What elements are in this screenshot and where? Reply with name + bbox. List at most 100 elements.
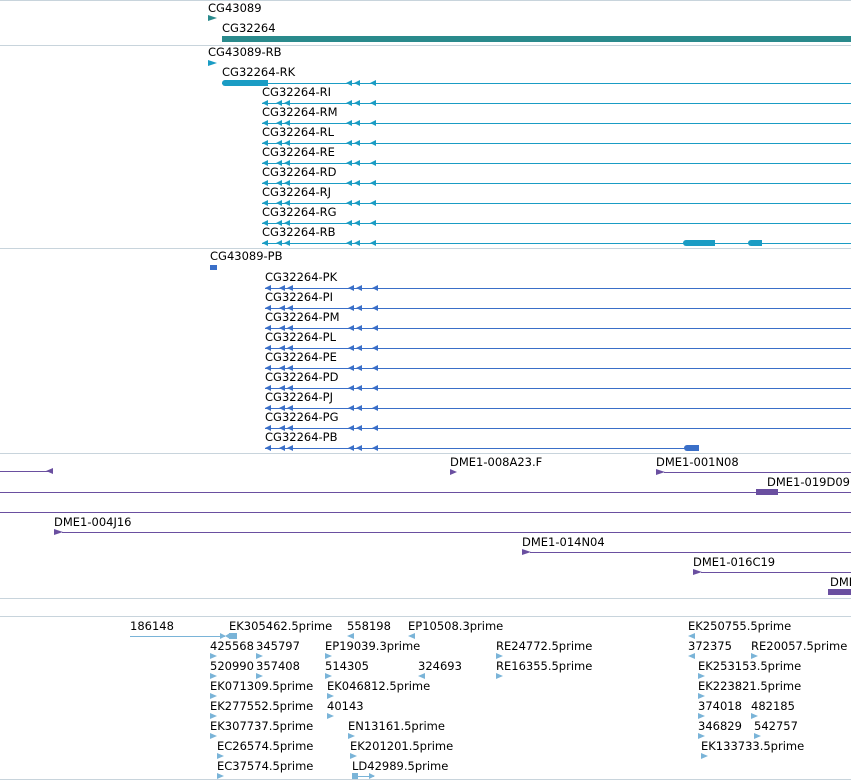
protein-exon-arrow [356, 365, 362, 371]
est-label[interactable]: 372375 [688, 640, 732, 653]
est-label[interactable]: EK223821.5prime [698, 680, 801, 693]
transcript-label-cg43089-rb[interactable]: CG43089-RB [208, 46, 282, 59]
protein-feature-cg43089-pb[interactable] [210, 265, 217, 270]
transcript-label[interactable]: CG32264-RI [262, 86, 331, 99]
clone-label-001n08[interactable]: DME1-001N08 [656, 456, 739, 469]
transcript-label[interactable]: CG32264-RG [262, 206, 337, 219]
clone-label-019d09[interactable]: DME1-019D09 [767, 476, 850, 489]
transcript-label[interactable]: CG32264-RK [222, 66, 295, 79]
est-label[interactable]: EK277552.5prime [210, 700, 313, 713]
clone-marker-019d09 [756, 489, 778, 495]
transcript-exon-arrow [346, 200, 352, 206]
est-label[interactable]: 542757 [754, 720, 798, 733]
clone-label-016c19[interactable]: DME1-016C19 [693, 556, 775, 569]
transcript-label[interactable]: CG32264-RB [262, 226, 336, 239]
est-label[interactable]: EC26574.5prime [217, 740, 313, 753]
est-label[interactable]: EC37574.5prime [217, 760, 313, 773]
est-label[interactable]: EK307737.5prime [210, 720, 313, 733]
transcript-exon-arrow [346, 160, 352, 166]
protein-exon-arrow [372, 385, 378, 391]
protein-exon-arrow [356, 325, 362, 331]
protein-exon-arrow [348, 305, 354, 311]
protein-label[interactable]: CG32264-PL [265, 331, 336, 344]
est-label[interactable]: 346829 [698, 720, 742, 733]
est-label[interactable]: EK201201.5prime [350, 740, 453, 753]
track-separator [0, 598, 851, 599]
est-label[interactable]: 345797 [256, 640, 300, 653]
clone-label-dme1[interactable]: DME1 [830, 576, 851, 589]
protein-label[interactable]: CG32264-PK [265, 271, 337, 284]
est-label[interactable]: 186148 [130, 620, 174, 633]
transcript-exon-arrow [354, 240, 360, 246]
est-label[interactable]: 40143 [327, 700, 364, 713]
transcript-label[interactable]: CG32264-RD [262, 166, 337, 179]
clone-label-004j16[interactable]: DME1-004J16 [54, 516, 132, 529]
est-label[interactable]: EK133733.5prime [701, 740, 804, 753]
est-label[interactable]: EK250755.5prime [688, 620, 791, 633]
protein-exon-arrow [348, 365, 354, 371]
transcript-label[interactable]: CG32264-RM [262, 106, 338, 119]
est-arrow [688, 653, 695, 659]
protein-label[interactable]: CG32264-PB [265, 431, 338, 444]
gene-feature-cg32264[interactable] [222, 36, 851, 42]
est-label[interactable]: EK253153.5prime [698, 660, 801, 673]
gene-feature-cg43089[interactable] [208, 15, 217, 21]
est-label[interactable]: EP10508.3prime [408, 620, 503, 633]
clone-track-line[interactable] [0, 512, 851, 513]
clone-track-line-001n08[interactable] [664, 472, 851, 473]
clone-label-014n04[interactable]: DME1-014N04 [522, 536, 605, 549]
est-label[interactable]: RE20057.5prime [751, 640, 847, 653]
protein-label[interactable]: CG32264-PM [265, 311, 340, 324]
clone-track-line-014n04[interactable] [530, 552, 851, 553]
transcript-label[interactable]: CG32264-RJ [262, 186, 331, 199]
est-label[interactable]: 558198 [347, 620, 391, 633]
est-label[interactable]: EP19039.3prime [325, 640, 420, 653]
est-label[interactable]: EK046812.5prime [327, 680, 430, 693]
protein-label[interactable]: CG32264-PE [265, 351, 337, 364]
clone-track-line-016c19[interactable] [701, 572, 851, 573]
est-arrow [210, 733, 217, 739]
protein-label[interactable]: CG32264-PG [265, 411, 339, 424]
transcript-exon-arrow [370, 100, 376, 106]
protein-label[interactable]: CG32264-PJ [265, 391, 333, 404]
est-label[interactable]: 324693 [418, 660, 462, 673]
protein-label[interactable]: CG32264-PD [265, 371, 338, 384]
protein-exon-arrow [372, 405, 378, 411]
est-arrow [327, 713, 334, 719]
est-label[interactable]: 357408 [256, 660, 300, 673]
est-label[interactable]: 514305 [325, 660, 369, 673]
transcript-label[interactable]: CG32264-RE [262, 146, 335, 159]
est-label[interactable]: EK305462.5prime [229, 620, 332, 633]
protein-exon-arrow [265, 445, 271, 451]
protein-exon-arrow [356, 305, 362, 311]
transcript-exon-arrow [284, 240, 290, 246]
transcript-exon-arrow [354, 180, 360, 186]
protein-label[interactable]: CG32264-PI [265, 291, 333, 304]
clone-track-line[interactable] [0, 471, 52, 472]
est-label[interactable]: 374018 [698, 700, 742, 713]
protein-exon-arrow [348, 285, 354, 291]
clone-label-008a23[interactable]: DME1-008A23.F [450, 456, 542, 469]
est-label[interactable]: RE16355.5prime [496, 660, 592, 673]
gene-label-cg43089[interactable]: CG43089 [208, 2, 262, 15]
track-separator [0, 453, 851, 454]
transcript-exon-arrow [354, 140, 360, 146]
gene-label-cg32264[interactable]: CG32264 [222, 22, 276, 35]
est-label[interactable]: LD42989.5prime [352, 760, 448, 773]
est-label[interactable]: 520990 [210, 660, 254, 673]
transcript-intron-line[interactable] [222, 83, 851, 84]
track-separator [0, 0, 851, 1]
est-label[interactable]: EK071309.5prime [210, 680, 313, 693]
transcript-exon-arrow [354, 200, 360, 206]
transcript-label[interactable]: CG32264-RL [262, 126, 334, 139]
clone-track-line[interactable] [0, 492, 851, 493]
est-label[interactable]: EN13161.5prime [348, 720, 445, 733]
est-label[interactable]: 482185 [751, 700, 795, 713]
protein-intron-line[interactable] [265, 448, 699, 449]
protein-label-cg43089-pb[interactable]: CG43089-PB [210, 250, 283, 263]
clone-track-line-004j16[interactable] [62, 532, 851, 533]
est-label[interactable]: 425568 [210, 640, 254, 653]
est-label[interactable]: RE24772.5prime [496, 640, 592, 653]
transcript-exon-arrow [370, 200, 376, 206]
transcript-feature-cg43089-rb[interactable] [208, 60, 217, 66]
